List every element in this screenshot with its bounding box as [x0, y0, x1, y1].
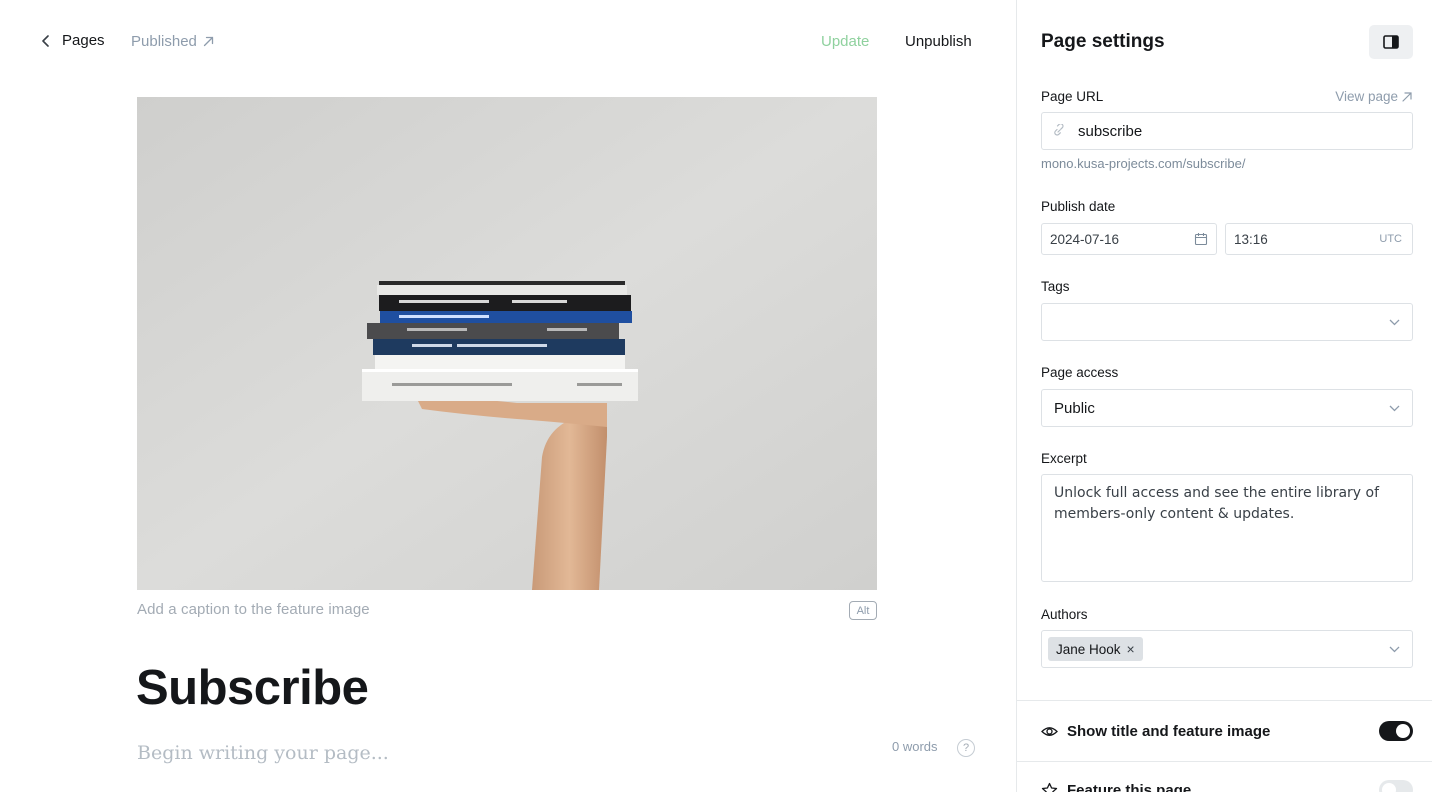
editor-area: Pages Published Update Unpublish Add a c… — [0, 0, 1016, 792]
page-access-select[interactable]: Public — [1041, 389, 1413, 427]
section-divider — [1017, 700, 1432, 701]
show-title-setting: Show title and feature image — [1041, 716, 1413, 746]
feature-image-photo — [137, 97, 877, 590]
alt-text-button[interactable]: Alt — [849, 601, 877, 620]
publish-time-value: 13:16 — [1234, 231, 1268, 247]
author-chip: Jane Hook × — [1048, 637, 1143, 661]
page-url-label: Page URL — [1041, 89, 1104, 104]
tags-label: Tags — [1041, 279, 1070, 294]
back-to-pages-link[interactable]: Pages — [40, 32, 105, 49]
excerpt-textarea[interactable]: Unlock full access and see the entire li… — [1041, 474, 1413, 582]
page-url-input[interactable] — [1078, 122, 1378, 140]
feature-image[interactable] — [137, 97, 877, 590]
calendar-icon — [1194, 233, 1208, 246]
toggle-settings-panel-button[interactable] — [1369, 25, 1413, 59]
remove-author-icon[interactable]: × — [1127, 641, 1135, 657]
chevron-down-icon — [1389, 646, 1400, 652]
arrow-up-right-icon — [1402, 91, 1412, 102]
help-icon[interactable]: ? — [957, 739, 975, 757]
publish-date-value: 2024-07-16 — [1050, 231, 1120, 247]
page-url-preview: mono.kusa-projects.com/subscribe/ — [1041, 156, 1246, 171]
publish-date-label: Publish date — [1041, 199, 1116, 214]
tags-select[interactable] — [1041, 303, 1413, 341]
page-access-value: Public — [1054, 399, 1095, 417]
excerpt-label: Excerpt — [1041, 451, 1087, 466]
editor-header: Pages Published Update Unpublish — [0, 0, 1016, 84]
arrow-up-right-icon — [203, 36, 214, 47]
toggle-knob — [1396, 724, 1410, 738]
view-page-link[interactable]: View page — [1335, 89, 1412, 104]
authors-label: Authors — [1041, 607, 1088, 622]
star-icon — [1041, 782, 1058, 792]
toggle-knob — [1382, 783, 1396, 792]
link-icon — [1054, 124, 1064, 136]
feature-page-toggle[interactable] — [1379, 780, 1413, 792]
feature-page-label: Feature this page — [1067, 781, 1192, 792]
status-label: Published — [131, 33, 197, 50]
page-title[interactable]: Subscribe — [136, 660, 369, 716]
feature-page-setting: Feature this page — [1041, 775, 1413, 792]
chevron-down-icon — [1389, 319, 1400, 325]
view-page-label: View page — [1335, 89, 1398, 104]
page-settings-panel: Page settings Page URL View page mono.ku… — [1016, 0, 1432, 792]
unpublish-button[interactable]: Unpublish — [905, 33, 972, 50]
page-url-field[interactable] — [1041, 112, 1413, 150]
page-access-label: Page access — [1041, 365, 1119, 380]
show-title-toggle[interactable] — [1379, 721, 1413, 741]
sidebar-icon — [1383, 35, 1399, 49]
page-body-editor[interactable]: Begin writing your page... — [137, 742, 389, 764]
publish-time-input[interactable]: 13:16 UTC — [1225, 223, 1413, 255]
show-title-label: Show title and feature image — [1067, 722, 1271, 740]
timezone-label: UTC — [1379, 233, 1402, 245]
authors-select[interactable]: Jane Hook × — [1041, 630, 1413, 668]
eye-icon — [1041, 726, 1058, 736]
update-button[interactable]: Update — [821, 33, 869, 50]
back-label: Pages — [62, 32, 105, 49]
author-name: Jane Hook — [1056, 641, 1121, 657]
publish-date-input[interactable]: 2024-07-16 — [1041, 223, 1217, 255]
word-count: 0 words — [892, 739, 938, 754]
chevron-down-icon — [1389, 405, 1400, 411]
section-divider — [1017, 761, 1432, 762]
feature-image-caption-input[interactable]: Add a caption to the feature image — [137, 601, 370, 618]
settings-title: Page settings — [1041, 31, 1165, 52]
chevron-left-icon — [42, 34, 49, 47]
publish-status-link[interactable]: Published — [131, 33, 214, 50]
